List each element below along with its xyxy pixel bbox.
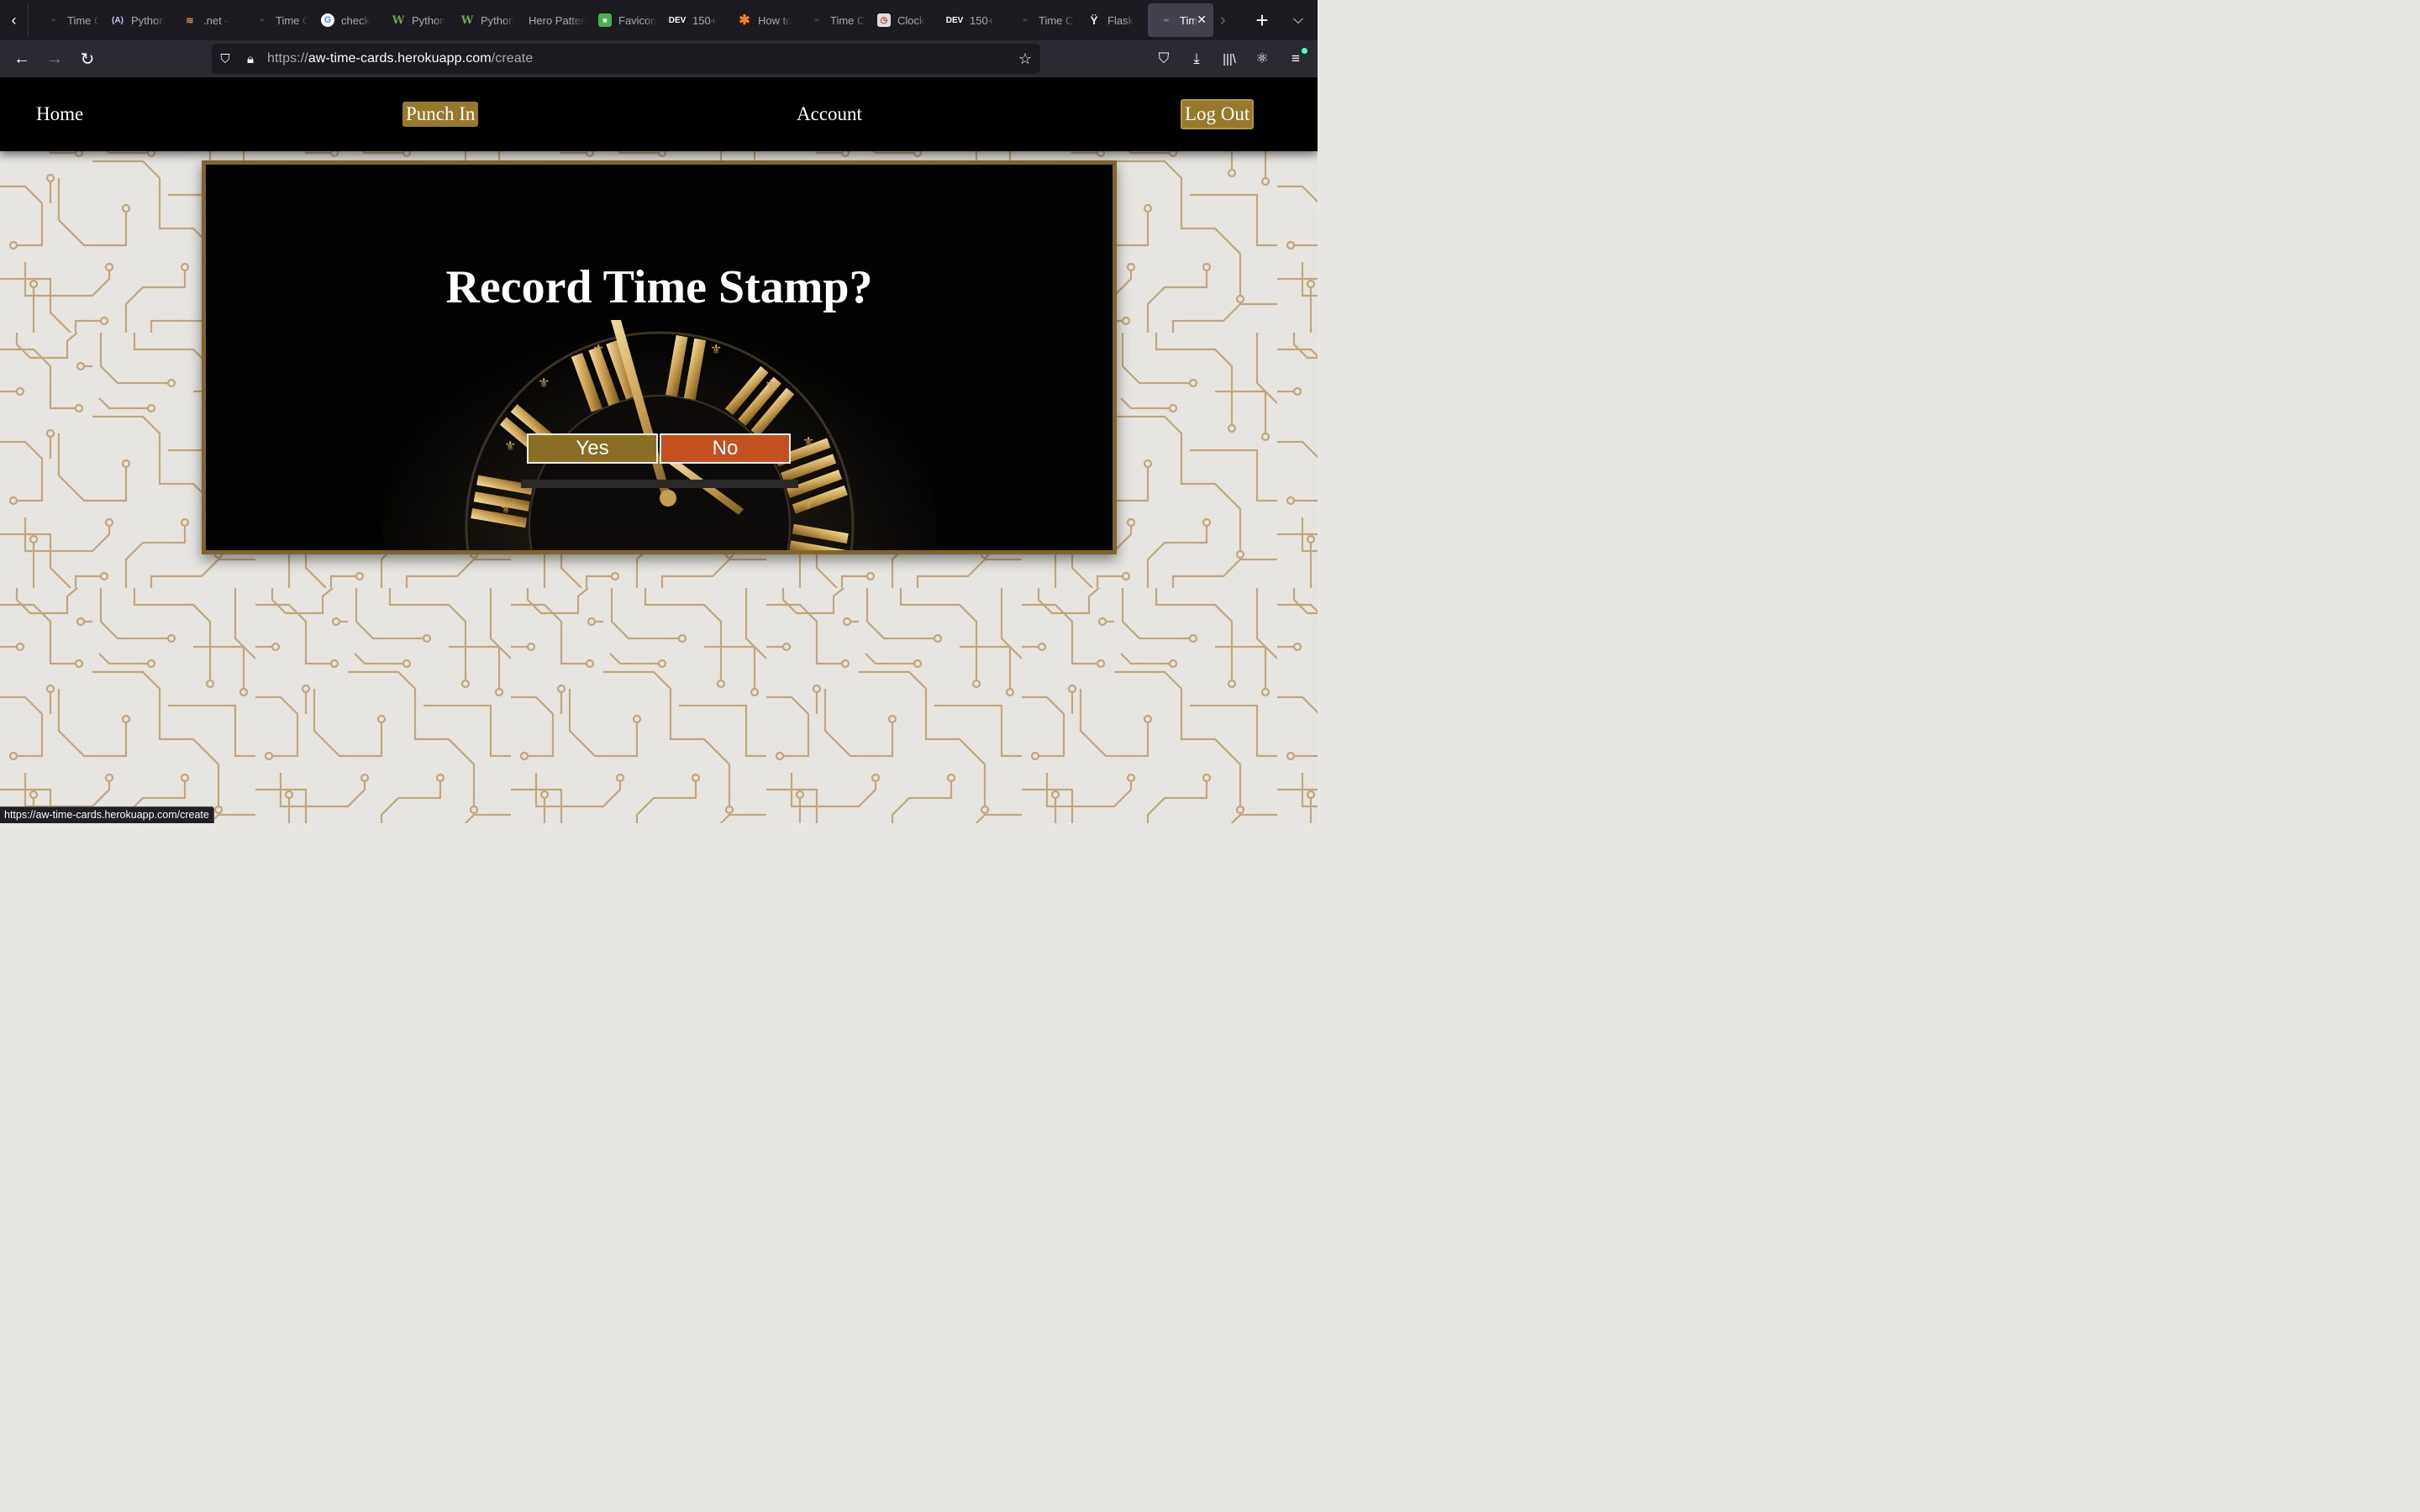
new-tab-button[interactable]: + [1252,3,1272,37]
no-button[interactable]: No [660,433,791,464]
site-nav-bar: Home Punch In Account Log Out [0,77,1318,151]
svg-text:⚜: ⚜ [504,438,516,454]
url-bar[interactable]: ⛉ 🔒︎ https://aw-time-cards.herokuapp.com… [212,44,1040,74]
svg-text:⚜: ⚜ [592,341,604,357]
svg-text:⚜: ⚜ [500,501,512,517]
plus-icon: + [1255,7,1269,33]
tab[interactable]: DEV 150+ [934,3,1005,37]
leaf-icon: ❧ [50,15,57,24]
tab[interactable]: Gcheck [309,3,380,37]
svg-text:⚜: ⚜ [802,496,814,512]
svg-text:⚜: ⚜ [710,341,722,357]
leaf-icon: ❧ [813,15,820,24]
close-tab-icon[interactable]: ✕ [1197,13,1207,27]
tab[interactable]: (A) Python [99,3,165,37]
nav-punch-in-link[interactable]: Punch In [402,102,479,127]
tab[interactable]: ✱ How to [726,3,795,37]
menu-icon[interactable]: ≡ [1286,48,1307,69]
tab[interactable]: W Python [380,3,447,37]
extensions-icon[interactable]: ⚛ [1252,49,1272,69]
stack-icon: ≋ [186,15,194,26]
browser-nav-bar: ← → ↻ ⛉ 🔒︎ https://aw-time-cards.herokua… [0,40,1318,77]
tab[interactable]: ≋ .net - [171,3,240,37]
yes-button[interactable]: Yes [527,433,658,464]
svg-text:⚜: ⚜ [765,376,776,392]
tab[interactable]: ■ Favicon [587,3,657,37]
flask-icon: Ϋ [1090,13,1098,27]
arrow-right-icon: → [46,49,63,68]
w3-icon: W [460,13,474,27]
nav-log-out-button[interactable]: Log Out [1181,99,1255,129]
web-page: Home Punch In Account Log Out ⚜ ⚜ ⚜ ⚜ ⚜ … [0,77,1318,823]
browser-tab-strip: ‹ ❧Time Cards (A)Python ≋.net - ❧Time Ca… [0,0,1318,40]
chevron-left-icon: ‹ [11,11,17,29]
clock-icon: ◷ [877,13,891,27]
svg-text:⚜: ⚜ [802,433,814,449]
tab[interactable]: ◷ Clock [865,3,933,37]
nav-account-link[interactable]: Account [793,102,865,127]
tab[interactable]: Ϋ Flask [1076,3,1144,37]
favicon-icon: ■ [598,13,612,27]
dev-icon: DEV [945,15,964,25]
tab-active[interactable]: ❧ Tim ✕ [1148,3,1213,37]
api-icon: (A) [112,15,124,25]
svg-text:⚜: ⚜ [538,375,550,391]
gear-icon: ✱ [739,13,750,28]
tab[interactable]: ❧Time Cards [35,3,99,37]
download-icon[interactable]: ⤓ [1186,49,1207,69]
lock-icon[interactable]: 🔒︎ [242,50,259,67]
w3-icon: W [392,13,405,27]
tab[interactable]: ❧Time Cards [798,3,865,37]
update-dot [1302,48,1307,54]
leaf-icon: ❧ [259,15,266,24]
tab-scroll-left-button[interactable]: ‹ [0,3,29,37]
tab[interactable]: ❧Time Cards [244,3,308,37]
google-icon: G [321,13,334,27]
arrow-left-icon: ← [13,49,30,68]
bookmark-star-icon[interactable]: ☆ [1017,50,1034,67]
leaf-icon: ❧ [1163,15,1170,24]
shield-icon[interactable]: ⛉ [217,50,234,67]
reload-button[interactable]: ↻ [77,49,97,69]
record-time-stamp-heading: Record Time Stamp? [445,261,873,313]
tab-scroll-right-button[interactable]: › [1220,3,1239,37]
library-icon[interactable]: |||\ [1219,49,1239,69]
pocket-icon[interactable]: ⛉ [1154,49,1174,69]
chevron-right-icon: › [1220,10,1226,29]
forward-button[interactable]: → [45,49,65,69]
tab[interactable]: W Python [449,3,516,37]
back-button[interactable]: ← [12,49,32,69]
tab[interactable]: ❧Time Cards [1007,3,1074,37]
nav-home-link[interactable]: Home [33,102,87,127]
dev-icon: DEV [668,15,687,25]
record-time-stamp-panel: ⚜ ⚜ ⚜ ⚜ ⚜ ⚜ ⚜ ⚜ Record Time Stamp? Yes No [202,160,1117,554]
chevron-down-icon: ⌵ [1292,13,1304,27]
tab[interactable]: Hero Patterns [518,3,587,37]
tab[interactable]: DEV 150+ [657,3,726,37]
list-all-tabs-button[interactable]: ⌵ [1287,3,1309,37]
url-text[interactable]: https://aw-time-cards.herokuapp.com/crea… [267,51,533,66]
reload-icon: ↻ [80,50,95,69]
leaf-icon: ❧ [1022,15,1028,24]
link-status-bar: https://aw-time-cards.herokuapp.com/crea… [0,806,214,823]
